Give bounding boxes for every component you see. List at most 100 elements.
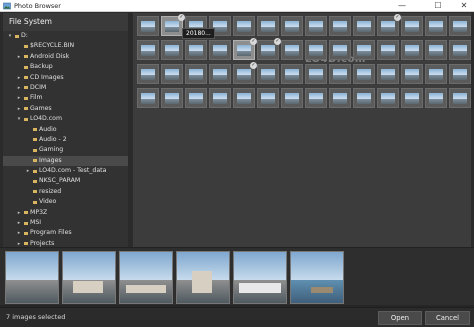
image-thumbnail[interactable] bbox=[329, 40, 351, 60]
image-thumbnail[interactable] bbox=[401, 64, 423, 84]
check-icon[interactable]: ✓ bbox=[250, 38, 257, 45]
collapse-arrow-icon[interactable]: ▸ bbox=[16, 218, 22, 228]
folder-item[interactable]: ▸ Film bbox=[3, 93, 130, 103]
image-thumbnail[interactable] bbox=[233, 16, 255, 36]
close-button[interactable]: ✕ bbox=[452, 0, 474, 12]
collapse-arrow-icon[interactable]: ▸ bbox=[16, 83, 22, 93]
maximize-button[interactable]: ☐ bbox=[426, 0, 450, 12]
image-thumbnail[interactable] bbox=[185, 88, 207, 108]
collapse-arrow-icon[interactable]: ▸ bbox=[16, 52, 22, 62]
collapse-arrow-icon[interactable]: ▸ bbox=[16, 208, 22, 218]
image-thumbnail[interactable] bbox=[137, 16, 159, 36]
check-icon[interactable]: ✓ bbox=[178, 14, 185, 21]
image-thumbnail[interactable]: ✓ bbox=[161, 14, 185, 36]
image-thumbnail[interactable] bbox=[161, 88, 183, 108]
image-thumbnail[interactable] bbox=[377, 40, 399, 60]
image-thumbnail[interactable] bbox=[305, 16, 327, 36]
image-thumbnail[interactable] bbox=[425, 88, 447, 108]
image-thumbnail[interactable] bbox=[161, 64, 183, 84]
preview-image-3[interactable] bbox=[119, 251, 173, 304]
folder-item[interactable]: NKSC_PARAM bbox=[3, 176, 130, 186]
image-thumbnail[interactable] bbox=[137, 64, 159, 84]
sidebar-scrollbar[interactable] bbox=[128, 13, 131, 247]
folder-item[interactable]: ▸ Projects bbox=[3, 239, 130, 247]
image-thumbnail[interactable]: ✓ bbox=[257, 38, 281, 60]
minimize-button[interactable]: — bbox=[390, 0, 414, 12]
folder-item[interactable]: Images bbox=[3, 155, 130, 167]
expand-arrow-icon[interactable]: ▾ bbox=[7, 31, 13, 41]
preview-image-2[interactable] bbox=[62, 251, 116, 304]
preview-image-4[interactable] bbox=[176, 251, 230, 304]
folder-item[interactable]: Backup bbox=[3, 62, 130, 72]
collapse-arrow-icon[interactable]: ▸ bbox=[16, 93, 22, 103]
image-thumbnail[interactable] bbox=[305, 64, 327, 84]
image-thumbnail[interactable] bbox=[233, 88, 255, 108]
image-thumbnail[interactable] bbox=[185, 40, 207, 60]
image-thumbnail[interactable] bbox=[305, 40, 327, 60]
image-thumbnail[interactable] bbox=[305, 88, 327, 108]
image-thumbnail[interactable] bbox=[185, 64, 207, 84]
folder-item[interactable]: ▸ MSI bbox=[3, 218, 130, 228]
image-thumbnail[interactable] bbox=[401, 40, 423, 60]
image-thumbnail[interactable]: ✓ bbox=[377, 14, 401, 36]
image-thumbnail[interactable] bbox=[353, 40, 375, 60]
image-thumbnail[interactable] bbox=[281, 64, 303, 84]
folder-item[interactable]: Audio bbox=[3, 125, 130, 135]
folder-item[interactable]: ▸ LO4D.com - Test_data bbox=[3, 166, 130, 176]
preview-image-1[interactable] bbox=[5, 251, 59, 304]
image-thumbnail[interactable] bbox=[401, 16, 423, 36]
image-thumbnail[interactable] bbox=[425, 16, 447, 36]
folder-item[interactable]: resized bbox=[3, 187, 130, 197]
open-button[interactable]: Open bbox=[378, 311, 422, 325]
image-thumbnail[interactable] bbox=[329, 16, 351, 36]
image-thumbnail[interactable] bbox=[281, 16, 303, 36]
folder-item[interactable]: ▸ Android Disk bbox=[3, 52, 130, 62]
image-thumbnail[interactable] bbox=[449, 40, 471, 60]
folder-item[interactable]: ▾ D: bbox=[3, 31, 130, 41]
folder-item[interactable]: ▸ Program Files bbox=[3, 228, 130, 238]
check-icon[interactable]: ✓ bbox=[394, 14, 401, 21]
collapse-arrow-icon[interactable]: ▸ bbox=[16, 228, 22, 238]
folder-item[interactable]: Video bbox=[3, 197, 130, 207]
expand-arrow-icon[interactable]: ▾ bbox=[16, 114, 22, 124]
image-thumbnail[interactable] bbox=[281, 88, 303, 108]
folder-item[interactable]: $RECYCLE.BIN bbox=[3, 41, 130, 51]
collapse-arrow-icon[interactable]: ▸ bbox=[16, 104, 22, 114]
image-thumbnail[interactable] bbox=[449, 64, 471, 84]
image-thumbnail[interactable] bbox=[257, 16, 279, 36]
image-thumbnail[interactable] bbox=[329, 64, 351, 84]
folder-item[interactable]: ▸ MP3Z bbox=[3, 208, 130, 218]
image-thumbnail[interactable] bbox=[257, 88, 279, 108]
image-thumbnail[interactable] bbox=[449, 88, 471, 108]
image-thumbnail[interactable] bbox=[401, 88, 423, 108]
image-thumbnail[interactable] bbox=[137, 88, 159, 108]
image-thumbnail[interactable] bbox=[137, 40, 159, 60]
image-thumbnail[interactable] bbox=[353, 88, 375, 108]
image-thumbnail[interactable] bbox=[377, 88, 399, 108]
image-thumbnail[interactable] bbox=[209, 88, 231, 108]
collapse-arrow-icon[interactable]: ▸ bbox=[25, 166, 31, 176]
collapse-arrow-icon[interactable]: ▸ bbox=[16, 73, 22, 83]
image-thumbnail[interactable] bbox=[425, 64, 447, 84]
image-thumbnail[interactable] bbox=[329, 88, 351, 108]
folder-item[interactable]: ▸ CD Images bbox=[3, 73, 130, 83]
preview-image-5[interactable] bbox=[233, 251, 287, 304]
image-thumbnail[interactable] bbox=[161, 40, 183, 60]
image-thumbnail[interactable] bbox=[449, 16, 471, 36]
image-thumbnail[interactable]: ✓ bbox=[233, 38, 257, 60]
cancel-button[interactable]: Cancel bbox=[425, 311, 470, 325]
folder-item[interactable]: ▸ Games bbox=[3, 104, 130, 114]
image-thumbnail[interactable] bbox=[209, 64, 231, 84]
image-thumbnail[interactable] bbox=[209, 40, 231, 60]
image-thumbnail[interactable] bbox=[377, 64, 399, 84]
folder-item[interactable]: ▸ DCIM bbox=[3, 83, 130, 93]
image-thumbnail[interactable] bbox=[257, 64, 279, 84]
check-icon[interactable]: ✓ bbox=[274, 38, 281, 45]
image-thumbnail[interactable] bbox=[281, 40, 303, 60]
folder-item[interactable]: Audio - 2 bbox=[3, 135, 130, 145]
image-thumbnail[interactable]: ✓ bbox=[233, 62, 257, 84]
image-thumbnail[interactable] bbox=[353, 16, 375, 36]
folder-item[interactable]: ▾ LO4D.com bbox=[3, 114, 130, 124]
image-thumbnail[interactable] bbox=[425, 40, 447, 60]
check-icon[interactable]: ✓ bbox=[250, 62, 257, 69]
